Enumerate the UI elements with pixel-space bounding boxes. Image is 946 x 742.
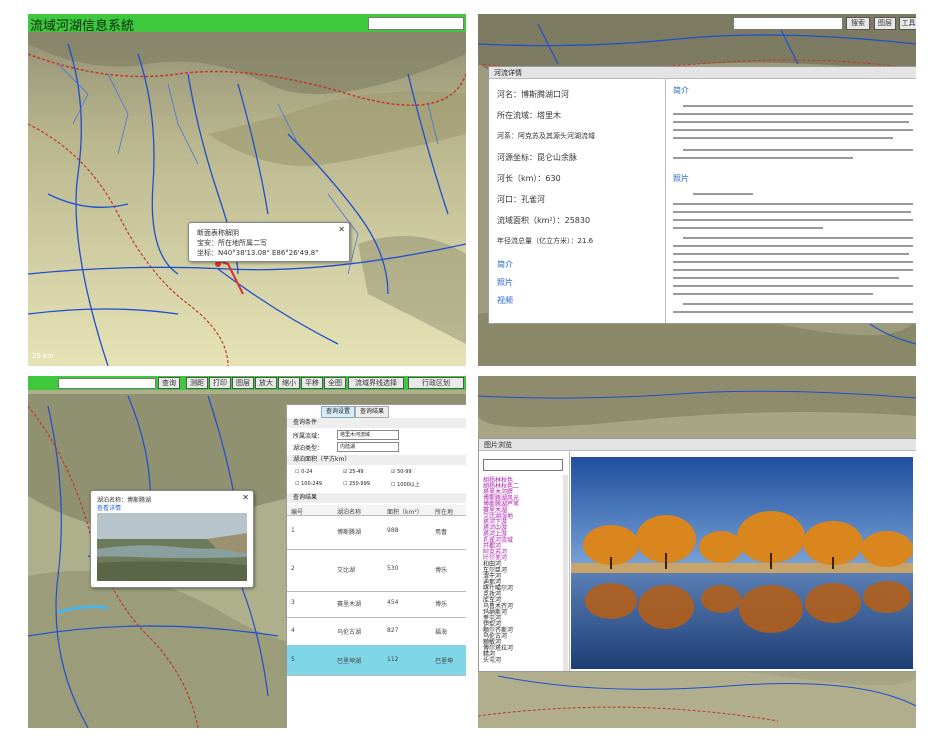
area-opt-2[interactable]: ☑ 50-99 [391, 469, 412, 475]
lake-photo-popup: ✕ 湖泊名称：博斯腾湖 查看详情 [90, 490, 254, 588]
field-basin: 所在流域：塔里木 [497, 111, 561, 120]
area-header: 湖泊面积（平方km） [287, 455, 466, 465]
close-icon[interactable]: ✕ [242, 493, 249, 502]
fields-column: 河名：博斯腾湖口河 所在流域：塔里木 河系：阿克苏及其源头河湖流域 河源坐标：昆… [489, 79, 666, 323]
photo-search-input[interactable] [483, 459, 563, 471]
area-opt-label: 0-24 [301, 469, 313, 475]
layer-button[interactable]: 图层 [232, 377, 254, 389]
checkbox-checked-icon: ☑ [343, 469, 348, 475]
search-button[interactable]: 搜索 [846, 17, 870, 30]
toolbar: 查询 测距 打印 图层 放大 缩小 平移 全图 流域界线选择 行政区划 [28, 376, 466, 390]
print-button[interactable]: 打印 [209, 377, 231, 389]
table-row[interactable]: 1 博斯腾湖 988 焉耆 [287, 515, 466, 550]
dialog-title: 图片浏览 [479, 439, 916, 451]
popup-detail-link[interactable]: 查看详情 [97, 503, 121, 512]
checkbox-icon: ☐ [295, 469, 300, 475]
area-opt-label: 1000以上 [397, 482, 420, 488]
dialog-title: 河流详情 [489, 67, 916, 79]
full-extent-button[interactable]: 全图 [324, 377, 346, 389]
zoom-out-button[interactable]: 缩小 [278, 377, 300, 389]
basin-select[interactable]: 流域界线选择 [348, 377, 404, 389]
lake-photo [97, 513, 247, 581]
search-input[interactable] [368, 17, 464, 30]
area-opt-label: 250-999 [349, 481, 370, 487]
field-source: 河源坐标：昆仑山余脉 [497, 153, 577, 162]
close-icon[interactable]: ✕ [338, 225, 345, 234]
table-row[interactable]: 4 乌伦古湖 827 福海 [287, 617, 466, 646]
field-river-system: 河系：阿克苏及其源头河湖流域 [497, 132, 595, 140]
map-info-popup: ✕ 断面表称解阴 宝安：所在地所属二写 坐标：N40°38'13.08" E86… [188, 222, 350, 262]
area-opt-1[interactable]: ☑ 25-49 [343, 469, 364, 475]
title-bar: 流域河湖信息系統 [28, 14, 466, 34]
popup-line-2: 宝安：所在地所属二写 [197, 239, 267, 247]
panel-lake-query: 查询 测距 打印 图层 放大 缩小 平移 全图 流域界线选择 行政区划 ✕ 湖泊… [28, 376, 466, 728]
tab-query-settings[interactable]: 查询设置 [321, 406, 355, 418]
table-row-selected[interactable]: 5 巴里坤湖 112 巴里坤 [287, 645, 466, 676]
table-row[interactable]: 2 艾比湖 530 博乐 [287, 549, 466, 592]
photos-heading: 照片 [673, 174, 689, 183]
area-opt-label: 50-99 [397, 469, 412, 475]
zoom-in-button[interactable]: 放大 [255, 377, 277, 389]
description-column: 简介 照片 [673, 81, 913, 321]
map-canvas[interactable] [28, 14, 466, 366]
scale-bar: 25 km [32, 352, 55, 360]
area-opt-5[interactable]: ☐ 1000以上 [391, 481, 420, 488]
tab-query-results[interactable]: 查询结果 [355, 406, 389, 418]
query-panel: 查询设置 查询结果 查询条件 所属流域： 塔里木河流域 湖泊类型： 内陆湖 湖泊… [286, 404, 466, 728]
area-opt-label: 100-249 [301, 481, 322, 487]
field-runoff: 年径流总量（亿立方米）：21.6 [497, 237, 594, 245]
area-opt-4[interactable]: ☐ 250-999 [343, 481, 370, 487]
results-table: 编号 湖泊名称 面积（km²） 所在地 1 博斯腾湖 988 焉耆 2 艾比湖 … [287, 505, 466, 728]
field-river-name: 河名：博斯腾湖口河 [497, 90, 569, 99]
measure-button[interactable]: 测距 [186, 377, 208, 389]
checkbox-icon: ☐ [295, 481, 300, 487]
photo-browser-dialog: 图片浏览 胡杨林秋色 胡杨林秋色二 塔里木河畔 博斯腾湖风光 博斯腾湖芦苇 赛里… [478, 438, 916, 672]
popup-line-1: 断面表称解阴 [197, 229, 239, 237]
app-title: 流域河湖信息系統 [30, 19, 135, 34]
panel-river-detail: 搜索 图层 工具 河流详情 河名：博斯腾湖口河 所在流域：塔里木 河系：阿克苏及… [478, 14, 916, 366]
area-opt-label: 25-49 [349, 469, 364, 475]
results-header: 查询结果 [287, 493, 466, 503]
search-input[interactable] [733, 17, 843, 30]
table-row[interactable]: 3 赛里木湖 454 博乐 [287, 591, 466, 618]
intro-heading: 简介 [673, 86, 689, 95]
intro-text-block [673, 101, 913, 161]
list-scrollbar[interactable] [563, 475, 568, 671]
pan-button[interactable]: 平移 [301, 377, 323, 389]
query-button[interactable]: 查询 [158, 377, 180, 389]
photo-list-pane: 胡杨林秋色 胡杨林秋色二 塔里木河畔 博斯腾湖风光 博斯腾湖芦苇 赛里木湖 艾比… [479, 451, 570, 671]
popup-line-3: 坐标：N40°38'13.08" E86°26'49.8" [197, 249, 319, 257]
panel-map-overview: 流域河湖信息系統 ✕ 断面表称解阴 宝安：所在地所属二写 坐标：N40°38'1… [28, 14, 466, 366]
list-item[interactable]: 头屯河 [483, 655, 501, 664]
photo-viewer [571, 457, 913, 669]
checkbox-checked-icon: ☑ [391, 469, 396, 475]
basin-dropdown[interactable]: 塔里木河流域 [337, 430, 399, 440]
photos-text-block [673, 189, 913, 319]
river-detail-dialog: 河流详情 河名：博斯腾湖口河 所在流域：塔里木 河系：阿克苏及其源头河湖流域 河… [488, 66, 916, 324]
field-length: 河长（km）：630 [497, 174, 561, 183]
tools-button[interactable]: 工具 [899, 17, 916, 30]
layer-button[interactable]: 图层 [874, 17, 896, 30]
lake-type-dropdown[interactable]: 内陆湖 [337, 442, 399, 452]
photo-list: 胡杨林秋色 胡杨林秋色二 塔里木河畔 博斯腾湖风光 博斯腾湖芦苇 赛里木湖 艾比… [479, 475, 563, 671]
search-input[interactable] [58, 378, 156, 389]
panel-photo-browser: 图片浏览 胡杨林秋色 胡杨林秋色二 塔里木河畔 博斯腾湖风光 博斯腾湖芦苇 赛里… [478, 376, 916, 728]
region-select[interactable]: 行政区划 [408, 377, 464, 389]
checkbox-icon: ☐ [343, 481, 348, 487]
link-video[interactable]: 视频 [497, 295, 513, 306]
checkbox-icon: ☐ [391, 482, 396, 488]
lake-type-label: 湖泊类型： [293, 445, 324, 452]
basin-label: 所属流域： [293, 433, 324, 440]
area-opt-0[interactable]: ☐ 0-24 [295, 469, 312, 475]
field-basin-area: 流域面积（km²）：25830 [497, 216, 591, 225]
area-opt-3[interactable]: ☐ 100-249 [295, 481, 322, 487]
link-photos[interactable]: 照片 [497, 277, 513, 288]
field-mouth: 河口：孔雀河 [497, 195, 545, 204]
link-intro[interactable]: 简介 [497, 259, 513, 270]
query-settings-header: 查询条件 [287, 418, 466, 428]
